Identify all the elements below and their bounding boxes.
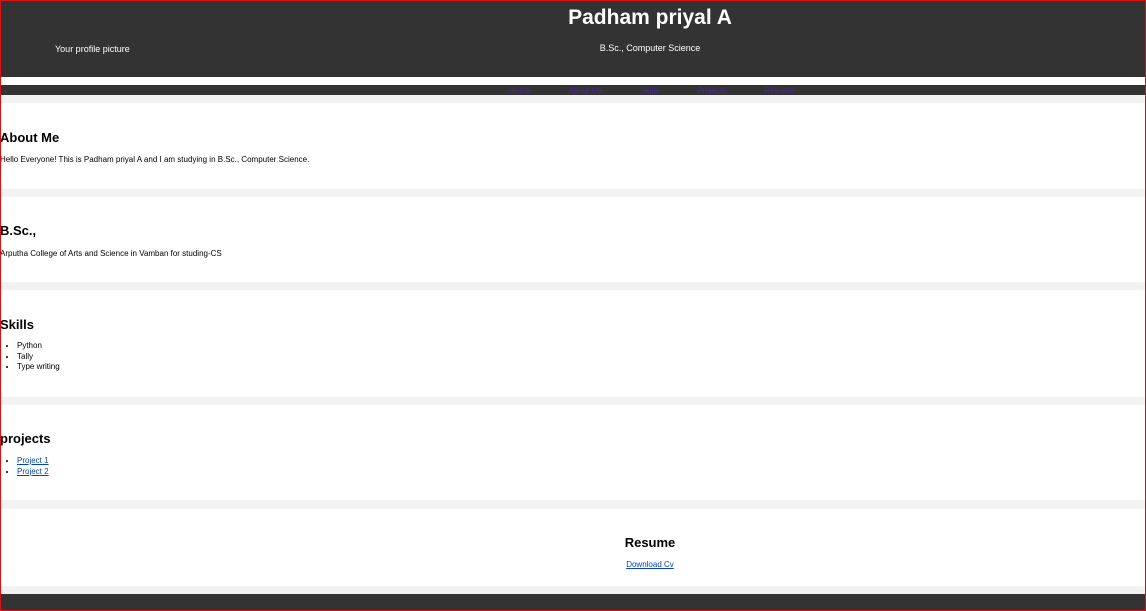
projects-list: Project 1 Project 2 [0,456,49,477]
project-item: Project 2 [17,467,49,478]
skills-section: Skills Python Tally Type writing [0,290,1146,397]
download-cv-link[interactable]: Download Cv [626,560,674,569]
nav-bar: Home About Me Skills Projects Resume [0,85,1146,95]
education-text: Arputha College of Arts and Science in V… [0,249,222,258]
nav-item-resume[interactable]: Resume [764,86,794,95]
nav-item-about[interactable]: About Me [568,86,602,95]
about-text: Hello Everyone! This is Padham priyal A … [0,155,310,164]
project-2-link[interactable]: Project 2 [17,467,49,476]
page-title: Padham priyal A [568,6,732,29]
nav-item-projects[interactable]: Projects [697,86,726,95]
about-section: About Me Hello Everyone! This is Padham … [0,103,1146,189]
skills-list: Python Tally Type writing [0,341,60,373]
about-heading: About Me [0,130,60,145]
degree-subtitle: B.Sc., Computer Science [599,43,701,53]
skill-item: Tally [17,352,60,363]
page-header: Your profile picture Padham priyal A B.S… [0,0,1146,77]
project-item: Project 1 [17,456,49,467]
skills-heading: Skills [0,317,34,332]
nav-list: Home About Me Skills Projects Resume [509,86,832,95]
resume-heading: Resume [624,535,676,550]
skill-item: Type writing [17,362,60,373]
download-cv-wrap: Download Cv [0,560,1146,569]
skill-item: Python [17,341,60,352]
nav-item-home[interactable]: Home [509,86,530,95]
education-heading: B.Sc., [0,223,37,238]
project-1-link[interactable]: Project 1 [17,456,49,465]
resume-section: Resume Download Cv [0,509,1146,586]
page-footer [0,594,1146,611]
education-section: B.Sc., Arputha College of Arts and Scien… [0,197,1146,282]
projects-section: projects Project 1 Project 2 [0,405,1146,500]
projects-heading: projects [0,431,51,446]
nav-item-skills[interactable]: Skills [641,86,660,95]
header-spacer [0,77,1146,85]
